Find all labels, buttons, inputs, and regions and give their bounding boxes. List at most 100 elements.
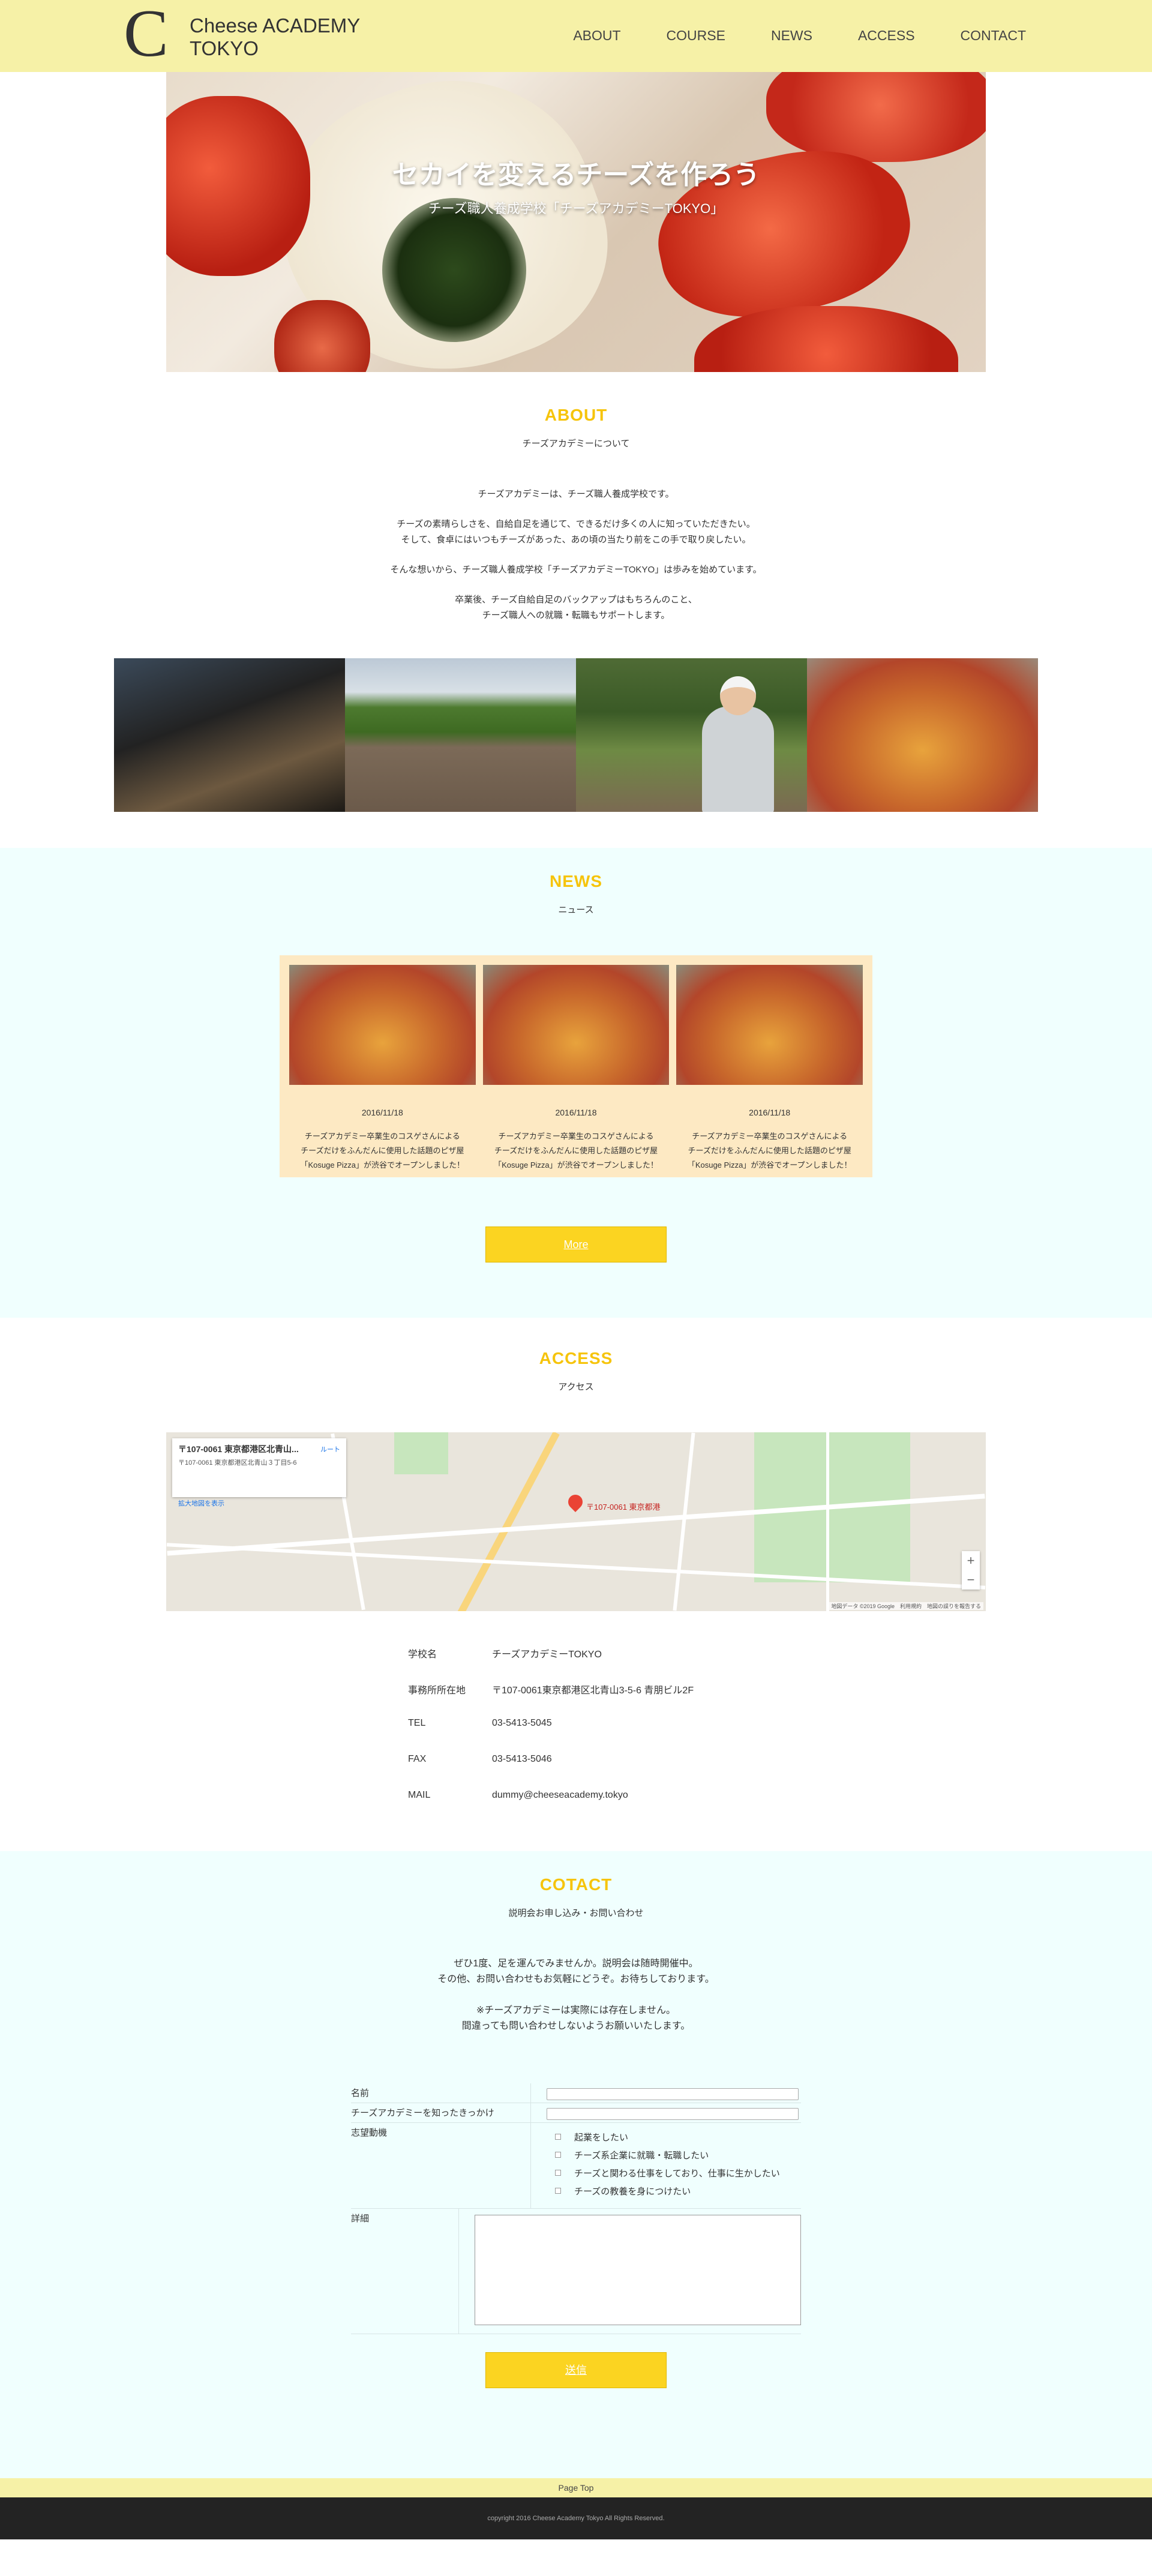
motive-option-label: チーズ系企業に就職・転職したい — [574, 2150, 709, 2161]
news-subtitle: ニュース — [558, 905, 594, 915]
farmer-photo — [576, 658, 807, 812]
about-title: ABOUT — [544, 406, 608, 424]
nav-course[interactable]: COURSE — [667, 28, 725, 44]
motive-options: 起業をしたい チーズ系企業に就職・転職したい チーズと関わる仕事をしており、仕事… — [531, 2123, 801, 2208]
zoom-out-button[interactable]: − — [962, 1570, 980, 1590]
map-attribution[interactable]: 地図データ ©2019 Google 利用規約 地図の誤りを報告する — [829, 1602, 983, 1610]
site-header: C Cheese ACADEMY TOKYO ABOUT COURSE NEWS… — [0, 0, 1152, 72]
map-pin-label: 〒107-0061 東京都港 — [586, 1503, 661, 1512]
news-thumbnail[interactable] — [676, 965, 863, 1085]
info-value[interactable]: dummy@cheeseacademy.tokyo — [492, 1790, 628, 1826]
motive-option[interactable]: チーズ系企業に就職・転職したい — [547, 2146, 801, 2164]
about-subtitle: チーズアカデミーについて — [522, 439, 630, 449]
hero-banner: セカイを変えるチーズを作ろう チーズ職人養成学校「チーズアカデミーTOKYO」 — [166, 72, 986, 372]
about-body: チーズアカデミーは、チーズ職人養成学校です。 チーズの素晴らしさを、自給自足を通… — [0, 487, 1152, 623]
detail-field-wrap — [459, 2209, 801, 2334]
farm-field-photo — [345, 658, 576, 812]
info-row: MAIL dummy@cheeseacademy.tokyo — [408, 1790, 744, 1826]
hero-subtitle: チーズ職人養成学校「チーズアカデミーTOKYO」 — [428, 201, 724, 216]
copyright: copyright 2016 Cheese Academy Tokyo All … — [487, 2515, 665, 2522]
nav-access[interactable]: ACCESS — [858, 28, 915, 44]
route-link[interactable]: ルート — [320, 1444, 340, 1454]
about-line: そんな想いから、チーズ職人養成学校「チーズアカデミーTOKYO」は歩みを始めてい… — [390, 565, 762, 575]
site-footer: copyright 2016 Cheese Academy Tokyo All … — [0, 2497, 1152, 2539]
form-row-detail: 詳細 — [351, 2209, 801, 2334]
checkbox[interactable] — [555, 2170, 561, 2176]
logo-line2: TOKYO — [190, 37, 259, 59]
motive-option[interactable]: チーズの教養を身につけたい — [547, 2182, 801, 2200]
detail-textarea[interactable] — [475, 2215, 801, 2325]
map-card-address: 〒107-0061 東京都港区北青山３丁目5-6 — [178, 1459, 297, 1467]
motive-label: 志望動機 — [351, 2123, 531, 2208]
contact-paragraph: ぜひ1度、足を運んでみませんか。説明会は随時開催中。その他、お問い合わせもお気軽… — [0, 1956, 1152, 1987]
page-top-link[interactable]: Page Top — [0, 2478, 1152, 2497]
checkbox[interactable] — [555, 2152, 561, 2158]
about-line: チーズの素晴らしさを、自給自足を通じて、できるだけ多くの人に知っていただきたい。 — [397, 519, 755, 529]
news-date: 2016/11/18 — [361, 1108, 403, 1117]
map-road — [826, 1432, 829, 1611]
contact-line: 間違っても問い合わせしないようお願いいたします。 — [461, 2021, 691, 2031]
about-line: そして、食卓にはいつもチーズがあった、あの頃の当たり前をこの手で取り戻したい。 — [401, 535, 751, 545]
map-pin-icon[interactable] — [565, 1492, 586, 1512]
detail-label: 詳細 — [351, 2209, 459, 2334]
info-value: 〒107-0061東京都港区北青山3-5-6 青朋ビル2F — [492, 1686, 694, 1696]
zoom-in-button[interactable]: + — [962, 1551, 980, 1570]
trigger-input[interactable] — [547, 2108, 799, 2120]
news-list: 2016/11/18 チーズアカデミー卒業生のコスゲさんによる チーズだけをふん… — [280, 955, 872, 1177]
contact-paragraph: ※チーズアカデミーは実際には存在しません。間違っても問い合わせしないようお願いい… — [0, 2003, 1152, 2034]
map-info-card: 〒107-0061 東京都港区北青山... 〒107-0061 東京都港区北青山… — [172, 1438, 346, 1507]
contact-section: COTACT 説明会お申し込み・お問い合わせ ぜひ1度、足を運んでみませんか。説… — [0, 1851, 1152, 2478]
logo-line1: Cheese ACADEMY — [190, 14, 361, 37]
pizza-photo — [807, 658, 1038, 812]
news-line: 「Kosuge Pizza」が渋谷でオープンしました！ — [687, 1160, 852, 1169]
info-row: FAX 03-5413-5046 — [408, 1754, 744, 1790]
info-key: TEL — [408, 1718, 426, 1728]
trigger-label: チーズアカデミーを知ったきっかけ — [351, 2103, 531, 2122]
info-key: MAIL — [408, 1790, 431, 1800]
checkbox[interactable] — [555, 2188, 561, 2194]
info-row: 学校名 チーズアカデミーTOKYO — [408, 1646, 744, 1682]
news-line: チーズだけをふんだんに使用した話題のピザ屋 — [688, 1146, 851, 1155]
news-card[interactable]: 2016/11/18 チーズアカデミー卒業生のコスゲさんによる チーズだけをふん… — [676, 965, 863, 1169]
motive-option[interactable]: 起業をしたい — [547, 2128, 801, 2146]
more-button[interactable]: More — [485, 1226, 667, 1262]
info-key: 学校名 — [408, 1650, 437, 1660]
access-title: ACCESS — [539, 1349, 613, 1368]
contact-line: その他、お問い合わせもお気軽にどうぞ。お待ちしております。 — [437, 1974, 715, 1984]
news-card[interactable]: 2016/11/18 チーズアカデミー卒業生のコスゲさんによる チーズだけをふん… — [289, 965, 476, 1169]
cooking-photo — [114, 658, 345, 812]
info-row: 事務所所在地 〒107-0061東京都港区北青山3-5-6 青朋ビル2F — [408, 1682, 744, 1718]
news-thumbnail[interactable] — [289, 965, 476, 1085]
about-section: ABOUT チーズアカデミーについて チーズアカデミーは、チーズ職人養成学校です… — [0, 372, 1152, 812]
news-line: チーズだけをふんだんに使用した話題のピザ屋 — [494, 1146, 658, 1155]
large-map-link[interactable]: 拡大地図を表示 — [178, 1498, 224, 1508]
contact-form: 名前 チーズアカデミーを知ったきっかけ 志望動機 起業をしたい チーズ系企業に就… — [351, 2083, 801, 2334]
logo-text[interactable]: Cheese ACADEMY TOKYO — [190, 14, 360, 60]
map-zoom-control: + − — [962, 1551, 980, 1590]
info-value: 03-5413-5045 — [492, 1718, 552, 1728]
checkbox[interactable] — [555, 2134, 561, 2140]
logo-mark[interactable]: C — [124, 0, 169, 67]
name-label: 名前 — [351, 2083, 531, 2103]
news-text: チーズアカデミー卒業生のコスゲさんによる チーズだけをふんだんに使用した話題のピ… — [289, 1129, 476, 1172]
news-title: NEWS — [550, 872, 602, 890]
nav-contact[interactable]: CONTACT — [961, 28, 1026, 44]
news-date: 2016/11/18 — [749, 1108, 791, 1117]
map-road — [673, 1432, 695, 1611]
news-text: チーズアカデミー卒業生のコスゲさんによる チーズだけをふんだんに使用した話題のピ… — [483, 1129, 670, 1172]
contact-body: ぜひ1度、足を運んでみませんか。説明会は随時開催中。その他、お問い合わせもお気軽… — [0, 1956, 1152, 2034]
news-thumbnail[interactable] — [482, 965, 670, 1085]
news-card[interactable]: 2016/11/18 チーズアカデミー卒業生のコスゲさんによる チーズだけをふん… — [482, 965, 670, 1172]
about-paragraph: チーズの素晴らしさを、自給自足を通じて、できるだけ多くの人に知っていただきたい。… — [0, 517, 1152, 548]
motive-option[interactable]: チーズと関わる仕事をしており、仕事に生かしたい — [547, 2164, 801, 2182]
contact-line: ※チーズアカデミーは実際には存在しません。 — [476, 2005, 676, 2016]
name-field-wrap — [531, 2083, 801, 2103]
submit-button[interactable]: 送信 — [485, 2352, 667, 2388]
google-map[interactable]: 〒107-0061 東京都港 〒107-0061 東京都港区北青山... 〒10… — [166, 1432, 986, 1611]
contact-line: ぜひ1度、足を運んでみませんか。説明会は随時開催中。 — [454, 1959, 698, 1969]
contact-title: COTACT — [539, 1875, 613, 1894]
nav-about[interactable]: ABOUT — [573, 28, 620, 44]
name-input[interactable] — [547, 2088, 799, 2100]
news-line: 「Kosuge Pizza」が渋谷でオープンしました！ — [300, 1160, 465, 1169]
nav-news[interactable]: NEWS — [771, 28, 812, 44]
